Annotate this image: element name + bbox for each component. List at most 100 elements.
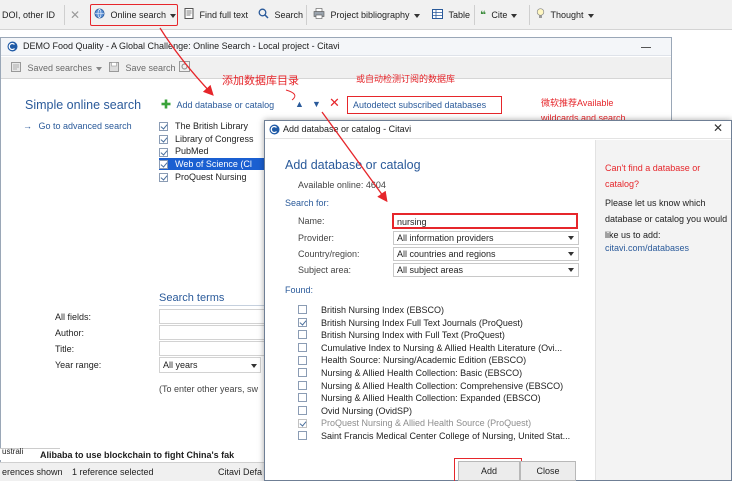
found-list-item[interactable]: ProQuest Nursing & Allied Health Source … xyxy=(298,417,579,429)
main-toolbar: DOI, other ID ✕ Online search Find full … xyxy=(0,0,732,30)
database-list-item[interactable]: The British Library xyxy=(159,120,267,132)
find-full-text-button[interactable]: Find full text xyxy=(184,5,248,25)
database-checkbox[interactable] xyxy=(159,122,168,132)
printer-icon xyxy=(313,6,325,26)
database-list-item[interactable]: Web of Science (Cl xyxy=(159,158,271,171)
remove-icon[interactable]: ✕ xyxy=(329,95,340,111)
title-input[interactable] xyxy=(159,341,269,356)
found-checkbox[interactable] xyxy=(298,330,307,340)
year-range-label: Year range: xyxy=(55,360,102,370)
database-checkbox[interactable] xyxy=(159,160,168,170)
provider-select[interactable]: All information providers xyxy=(393,231,579,245)
found-list-item[interactable]: Health Source: Nursing/Academic Edition … xyxy=(298,354,579,366)
advanced-search-link[interactable]: → Go to advanced search xyxy=(23,121,132,131)
found-list-item[interactable]: British Nursing Index with Full Text (Pr… xyxy=(298,329,579,341)
plus-icon xyxy=(161,99,171,113)
dialog-heading: Add database or catalog xyxy=(285,158,421,172)
country-select[interactable]: All countries and regions xyxy=(393,247,579,261)
save-search-label: Save search xyxy=(125,63,176,73)
author-input[interactable] xyxy=(159,325,269,340)
found-label: Nursing & Allied Health Collection: Comp… xyxy=(321,380,564,391)
author-label: Author: xyxy=(55,328,85,338)
country-value: All countries and regions xyxy=(397,249,496,259)
search-icon xyxy=(258,6,269,26)
search-savebar: Saved searches Save search xyxy=(1,57,671,79)
name-input[interactable]: nursing xyxy=(392,213,578,229)
document-icon xyxy=(184,6,194,26)
chevron-down-icon xyxy=(587,13,594,18)
project-bibliography-button[interactable]: Project bibliography xyxy=(313,5,420,25)
found-label: Ovid Nursing (OvidSP) xyxy=(321,405,413,416)
toolbar-separator xyxy=(306,5,307,25)
found-checkbox[interactable] xyxy=(298,368,307,378)
move-up-icon[interactable]: ▲ xyxy=(295,99,304,109)
all-fields-input[interactable] xyxy=(159,309,269,324)
move-down-icon[interactable]: ▼ xyxy=(312,99,321,109)
database-checkbox[interactable] xyxy=(159,134,168,144)
left-strip-text: ustrali xyxy=(2,447,24,456)
table-icon xyxy=(432,6,443,26)
add-database-label: Add database or catalog xyxy=(176,100,275,110)
annotation-autodetect: 或自动检测订阅的数据库 xyxy=(356,74,456,84)
database-checkbox[interactable] xyxy=(159,172,168,182)
saved-searches-button[interactable]: Saved searches xyxy=(11,61,103,75)
subject-select[interactable]: All subject areas xyxy=(393,263,579,277)
found-list-item[interactable]: Saint Francis Medical Center College of … xyxy=(298,430,579,442)
chevron-down-icon xyxy=(170,13,177,18)
thought-button[interactable]: Thought xyxy=(536,5,594,25)
project-bibliography-label: Project bibliography xyxy=(330,10,410,20)
found-checkbox[interactable] xyxy=(298,431,307,441)
title-label: Title: xyxy=(55,344,75,354)
chevron-down-icon xyxy=(251,364,257,368)
citavi-style-text: Citavi Defa xyxy=(218,467,263,477)
online-search-button[interactable]: Online search xyxy=(90,4,178,26)
add-database-button[interactable]: Add database or catalog xyxy=(161,98,274,112)
found-list-item[interactable]: Ovid Nursing (OvidSP) xyxy=(298,405,579,417)
found-checkbox[interactable] xyxy=(298,342,307,352)
search-button[interactable]: Search xyxy=(258,5,303,25)
close-button[interactable]: Close xyxy=(520,461,576,481)
table-label: Table xyxy=(448,10,471,20)
toolbar-separator xyxy=(474,5,475,25)
found-checkbox[interactable] xyxy=(298,355,307,365)
databases-link[interactable]: citavi.com/databases xyxy=(605,243,689,253)
cite-button[interactable]: ❝ Cite xyxy=(480,5,518,25)
annotation-right-1: 微软推荐Available xyxy=(541,98,614,108)
found-list-item[interactable]: British Nursing Index (EBSCO) xyxy=(298,304,579,316)
found-checkbox[interactable] xyxy=(298,317,307,327)
add-button[interactable]: Add xyxy=(458,461,520,481)
found-list-item[interactable]: British Nursing Index Full Text Journals… xyxy=(298,317,579,329)
found-checkbox[interactable] xyxy=(298,418,307,428)
cite-label: Cite xyxy=(491,10,508,20)
found-checkbox[interactable] xyxy=(298,380,307,390)
database-list-item[interactable]: Library of Congress xyxy=(159,133,267,145)
divider xyxy=(159,305,269,306)
found-checkbox[interactable] xyxy=(298,305,307,315)
close-icon[interactable]: ✕ xyxy=(713,121,723,135)
found-list-item[interactable]: Nursing & Allied Health Collection: Comp… xyxy=(298,380,579,392)
citavi-logo-icon xyxy=(7,41,18,54)
chevron-down-icon xyxy=(568,252,574,256)
save-search-button[interactable]: Save search xyxy=(109,61,176,75)
minimize-icon[interactable] xyxy=(641,47,651,48)
delete-icon[interactable]: ✕ xyxy=(70,5,80,25)
database-checkbox[interactable] xyxy=(159,147,168,157)
search-options-icon[interactable] xyxy=(179,61,190,75)
found-list-item[interactable]: Nursing & Allied Health Collection: Basi… xyxy=(298,367,579,379)
dialog-main-panel: Add database or catalog Available online… xyxy=(265,140,595,480)
found-list-item[interactable]: Cumulative Index to Nursing & Allied Hea… xyxy=(298,342,579,354)
table-button[interactable]: Table xyxy=(432,5,470,25)
search-label: Search xyxy=(274,10,304,20)
chevron-down-icon xyxy=(568,268,574,272)
found-checkbox[interactable] xyxy=(298,393,307,403)
reference-row[interactable]: Alibaba to use blockchain to fight China… xyxy=(40,449,234,461)
year-range-select[interactable]: All years xyxy=(159,357,261,373)
found-list-item[interactable]: Nursing & Allied Health Collection: Expa… xyxy=(298,392,579,404)
toolbar-separator xyxy=(529,5,530,25)
database-list-item[interactable]: ProQuest Nursing xyxy=(159,171,267,183)
arrow-right-icon: → xyxy=(23,121,32,131)
found-checkbox[interactable] xyxy=(298,405,307,415)
database-list-item[interactable]: PubMed xyxy=(159,145,267,157)
autodetect-databases-button[interactable]: Autodetect subscribed databases xyxy=(347,96,502,114)
dialog-titlebar: Add database or catalog - Citavi ✕ xyxy=(265,121,731,139)
